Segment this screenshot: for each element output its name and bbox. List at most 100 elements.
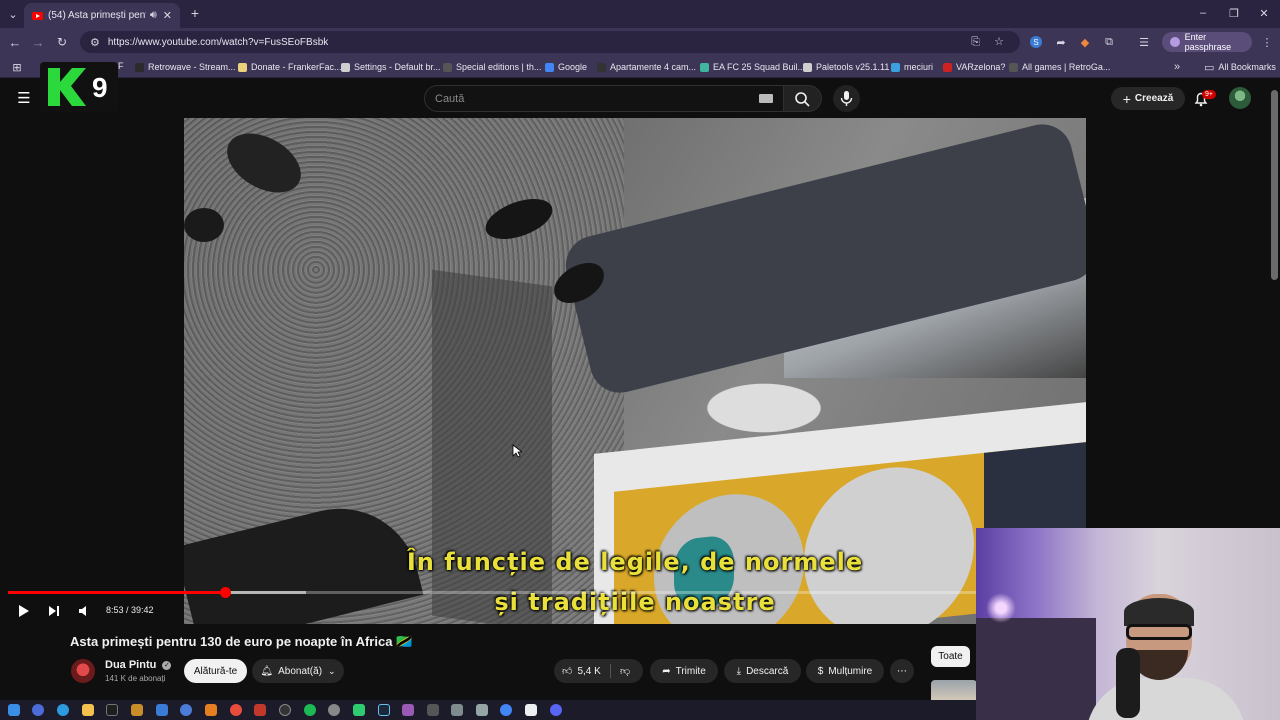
- streamer-webcam: [976, 528, 1280, 720]
- taskbar-app-icon[interactable]: [328, 704, 340, 716]
- bookmark-item[interactable]: Special editions | th...: [443, 60, 541, 74]
- bookmark-item[interactable]: Retrowave - Stream...: [135, 60, 236, 74]
- spotify-icon[interactable]: [304, 704, 316, 716]
- taskbar-app-icon[interactable]: [131, 704, 143, 716]
- voice-search-button[interactable]: [833, 85, 860, 112]
- download-button[interactable]: ⤓ Descarcă: [724, 659, 801, 683]
- like-icon[interactable]: 👍︎: [562, 665, 572, 677]
- video-progress-bar[interactable]: [8, 587, 976, 598]
- logo-number: 9: [92, 72, 108, 103]
- dislike-icon[interactable]: 👎︎: [620, 665, 630, 677]
- mouse-cursor-icon: [512, 444, 522, 458]
- site-info-icon[interactable]: ⚙: [90, 36, 100, 49]
- taskbar-app-icon[interactable]: [476, 704, 488, 716]
- taskbar-app-icon[interactable]: [402, 704, 414, 716]
- page-scrollbar[interactable]: [1271, 90, 1278, 280]
- notifications-badge: 9+: [1202, 90, 1216, 99]
- forward-icon[interactable]: →: [31, 35, 45, 50]
- bookmark-favicon-icon: [803, 62, 812, 72]
- bookmark-item[interactable]: Paletools v25.1.11: [803, 60, 889, 74]
- subscribed-button[interactable]: 🔔︎ Abonat(ă) ⌄: [252, 659, 344, 683]
- bookmark-item[interactable]: EA FC 25 Squad Buil...: [700, 60, 805, 74]
- bookmark-favicon-icon: [341, 62, 350, 72]
- taskbar-app-icon[interactable]: [525, 704, 537, 716]
- close-tab-icon[interactable]: ✕: [163, 9, 172, 22]
- next-video-icon[interactable]: [44, 601, 64, 621]
- youtube-header: ☰ Caută + Creează 9+: [0, 78, 1280, 118]
- join-button[interactable]: Alătură-te: [184, 659, 247, 683]
- channel-avatar[interactable]: [71, 659, 95, 683]
- progress-scrubber-handle[interactable]: [219, 587, 231, 598]
- maximize-icon[interactable]: ❐: [1227, 6, 1241, 20]
- back-icon[interactable]: ←: [8, 35, 22, 50]
- bookmark-star-icon[interactable]: ☆: [994, 35, 1004, 48]
- like-count[interactable]: 5,4 K: [577, 666, 600, 677]
- bookmark-label: Apartamente 4 cam...: [610, 62, 697, 72]
- create-button[interactable]: + Creează: [1111, 87, 1185, 110]
- browser-menu-icon[interactable]: ⋮: [1260, 35, 1274, 49]
- filter-chip-all[interactable]: Toate: [931, 646, 970, 667]
- search-input[interactable]: Caută: [424, 85, 784, 112]
- recommended-thumbnail[interactable]: [931, 680, 977, 700]
- bookmark-label: Special editions | th...: [456, 62, 542, 72]
- hamburger-menu-icon[interactable]: ☰: [16, 90, 32, 107]
- terminal-icon[interactable]: [106, 704, 118, 716]
- youtube-app-icon[interactable]: [254, 704, 266, 716]
- volume-icon[interactable]: [75, 601, 95, 621]
- extension-arrow-icon[interactable]: ➦: [1054, 35, 1068, 49]
- search-button[interactable]: [784, 85, 822, 112]
- account-avatar[interactable]: [1229, 87, 1251, 109]
- address-bar[interactable]: ⚙ https://www.youtube.com/watch?v=FusSEo…: [80, 31, 1020, 53]
- thanks-button[interactable]: $ Mulțumire: [806, 659, 884, 683]
- more-actions-button[interactable]: ⋯: [890, 659, 914, 683]
- bookmark-item[interactable]: Apartamente 4 cam...: [597, 60, 696, 74]
- webcam-person-hair: [1124, 598, 1194, 626]
- more-bookmarks-icon[interactable]: »: [1172, 60, 1182, 74]
- windows-start-icon[interactable]: [8, 704, 20, 716]
- minimize-icon[interactable]: –: [1196, 6, 1210, 20]
- new-tab-icon[interactable]: +: [188, 5, 202, 21]
- taskbar-app-icon[interactable]: [156, 704, 168, 716]
- taskbar-app-icon[interactable]: [451, 704, 463, 716]
- taskbar-app-icon[interactable]: [279, 704, 291, 716]
- browser-tab-youtube[interactable]: (54) Asta primești pentru 130 🔊︎ ✕: [24, 3, 180, 28]
- channel-name[interactable]: Dua Pintu ✓: [105, 659, 172, 671]
- taskbar-app-icon[interactable]: [180, 704, 192, 716]
- keyboard-icon[interactable]: [759, 94, 773, 103]
- taskbar-app-icon[interactable]: [205, 704, 217, 716]
- tab-search-icon[interactable]: ⌄: [6, 7, 20, 21]
- url-text: https://www.youtube.com/watch?v=FusSEoFB…: [107, 36, 329, 48]
- reading-list-icon[interactable]: ☰: [1137, 35, 1151, 49]
- discord-icon[interactable]: [550, 704, 562, 716]
- steam-icon[interactable]: [378, 704, 390, 716]
- extension-shield-icon[interactable]: S: [1030, 36, 1042, 48]
- bookmark-item[interactable]: VARzelona?: [943, 60, 1005, 74]
- apps-grid-icon[interactable]: ⊞: [10, 60, 24, 74]
- install-app-icon[interactable]: ⎘: [971, 36, 980, 49]
- extensions-puzzle-icon[interactable]: ⧉: [1102, 35, 1116, 49]
- speaker-icon[interactable]: 🔊︎: [150, 9, 157, 22]
- share-button[interactable]: ➦ Trimite: [650, 659, 718, 683]
- taskbar-app-icon[interactable]: [32, 704, 44, 716]
- like-divider: [610, 664, 611, 678]
- chrome-icon[interactable]: [500, 704, 512, 716]
- all-bookmarks-folder[interactable]: ▭ All Bookmarks: [1204, 60, 1276, 74]
- bookmark-item[interactable]: meciuri: [891, 60, 933, 74]
- bookmark-favicon-icon: [700, 62, 709, 72]
- bookmark-item[interactable]: All games | RetroGa...: [1009, 60, 1110, 74]
- bookmark-item[interactable]: Settings - Default br...: [341, 60, 441, 74]
- taskbar-app-icon[interactable]: [353, 704, 365, 716]
- taskbar-app-icon[interactable]: [230, 704, 242, 716]
- bookmark-item[interactable]: Donate - FrankerFac...: [238, 60, 342, 74]
- extension-fox-icon[interactable]: ◆: [1078, 35, 1092, 49]
- bookmark-item[interactable]: Google: [545, 60, 587, 74]
- file-explorer-icon[interactable]: [82, 704, 94, 716]
- subscriber-count: 141 K de abonați: [105, 674, 166, 683]
- close-window-icon[interactable]: ✕: [1257, 6, 1271, 20]
- play-icon[interactable]: [13, 601, 33, 621]
- taskbar-app-icon[interactable]: [427, 704, 439, 716]
- profile-button[interactable]: Enter passphrase: [1162, 32, 1252, 52]
- edge-icon[interactable]: [57, 704, 69, 716]
- reload-icon[interactable]: ↻: [55, 35, 69, 49]
- webcam-person-glasses: [1126, 624, 1192, 640]
